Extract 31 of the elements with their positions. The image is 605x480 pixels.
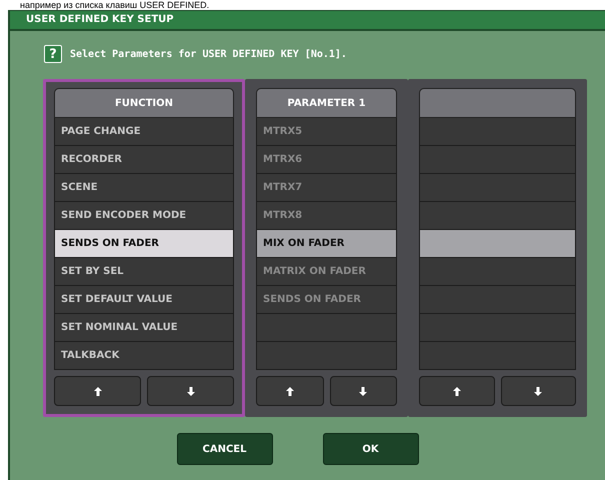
list-item[interactable]: RECORDER [54, 146, 234, 174]
down-arrow-icon [186, 386, 194, 396]
dialog-button[interactable]: CANCEL [176, 433, 272, 465]
column-header: FUNCTION [54, 88, 234, 118]
up-arrow-icon [286, 386, 294, 396]
list-item[interactable]: MIX ON FADER [256, 230, 397, 258]
list-item[interactable] [419, 230, 576, 258]
caption-text: например из списка клавиш USER DEFINED. [19, 0, 210, 10]
up-arrow-icon [452, 386, 461, 396]
help-icon: ? [44, 45, 62, 63]
column-header: PARAMETER 1 [256, 88, 397, 118]
list-item[interactable]: SET BY SEL [54, 258, 234, 286]
list-item[interactable]: SET DEFAULT VALUE [54, 286, 234, 314]
dialog-button[interactable]: OK [322, 433, 418, 465]
scroll-down-button[interactable] [500, 376, 576, 406]
list-item[interactable]: PAGE CHANGE [54, 118, 234, 146]
up-arrow-icon [94, 386, 102, 396]
list-item[interactable]: SCENE [54, 174, 234, 202]
scroll-up-button[interactable] [256, 376, 324, 406]
window-title: USER DEFINED KEY SETUP [10, 11, 605, 31]
list-item[interactable]: TALKBACK [54, 342, 234, 370]
list-item[interactable]: SET NOMINAL VALUE [54, 314, 234, 342]
down-arrow-icon [359, 386, 368, 396]
scroll-up-button[interactable] [419, 376, 494, 406]
list-item[interactable]: SEND ENCODER MODE [54, 202, 234, 230]
scroll-up-button[interactable] [54, 376, 141, 406]
scroll-down-button[interactable] [147, 376, 234, 406]
list-item[interactable]: SENDS ON FADER [54, 230, 234, 258]
help-message: Select Parameters for USER DEFINED KEY [No.1]. [70, 48, 347, 60]
scroll-down-button[interactable] [330, 376, 397, 406]
down-arrow-icon [534, 386, 542, 396]
